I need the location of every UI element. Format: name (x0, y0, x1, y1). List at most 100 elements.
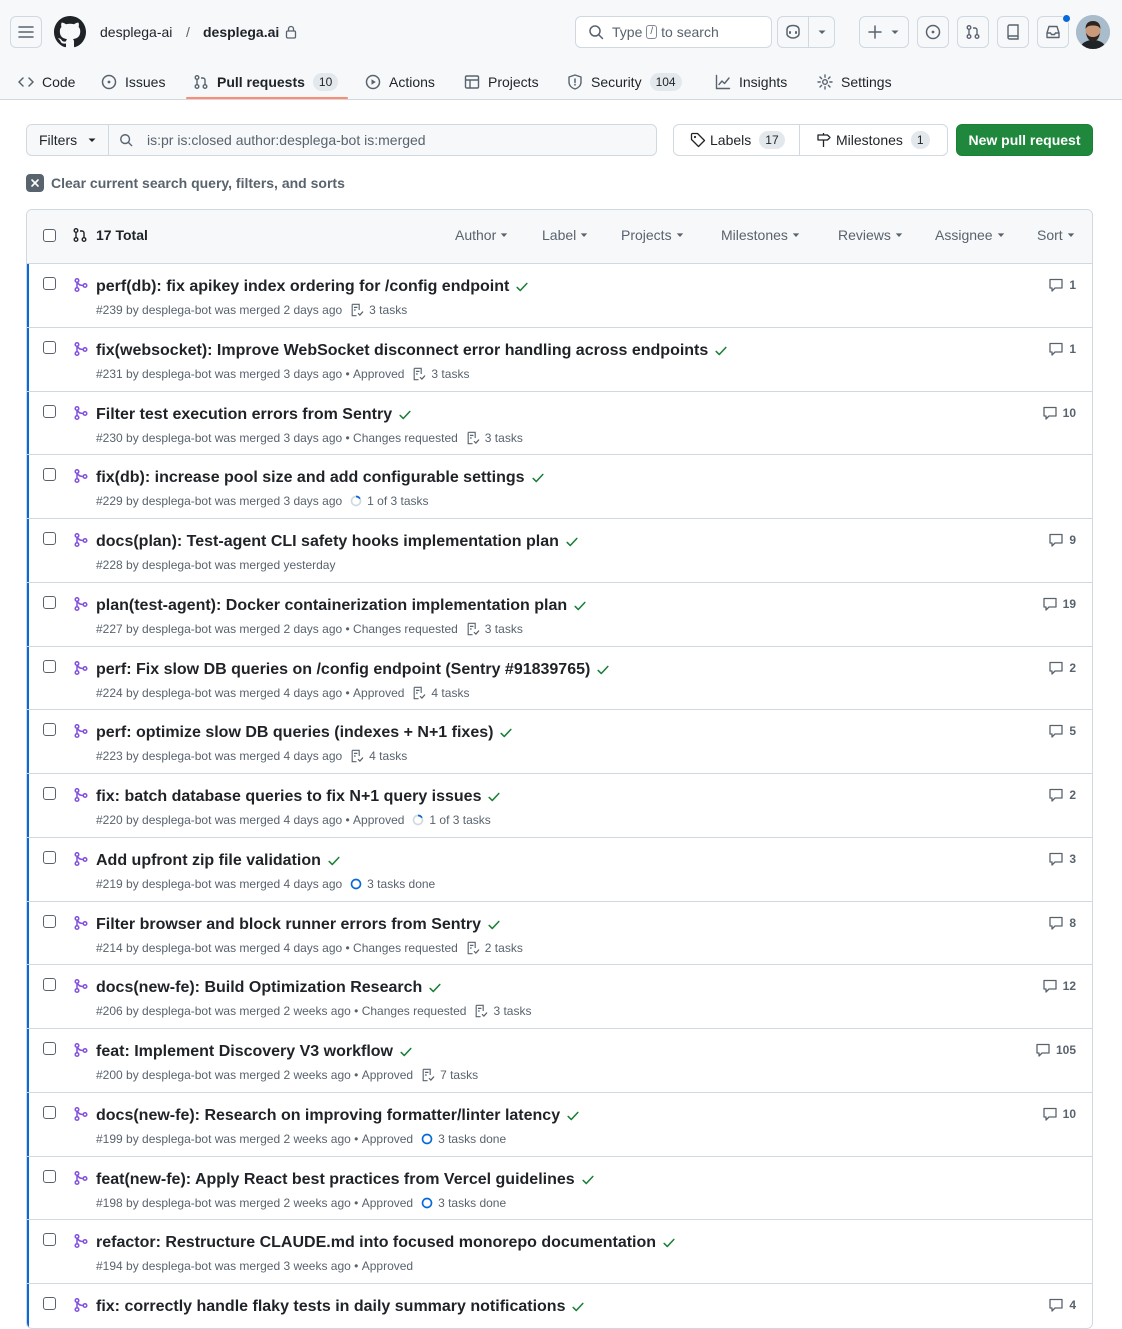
row-checkbox[interactable] (43, 659, 56, 673)
issues-shortcut-button[interactable] (917, 16, 949, 48)
tab-projects[interactable]: Projects (464, 64, 539, 100)
check-icon[interactable] (566, 1109, 580, 1123)
review-status[interactable]: Changes requested (353, 620, 458, 638)
check-icon[interactable] (327, 854, 341, 868)
check-icon[interactable] (596, 663, 610, 677)
check-icon[interactable] (531, 471, 545, 485)
comment-count-link[interactable]: 4 (1048, 1297, 1076, 1313)
author-filter[interactable]: Author (455, 227, 508, 243)
check-icon[interactable] (487, 790, 501, 804)
table-row[interactable]: fix(db): increase pool size and add conf… (27, 455, 1092, 519)
comment-count-link[interactable]: 5 (1048, 723, 1076, 739)
pr-title-link[interactable]: feat(new-fe): Apply React best practices… (96, 1169, 595, 1191)
review-status[interactable]: Approved (353, 365, 404, 383)
task-count[interactable]: 7 tasks (440, 1066, 478, 1084)
table-row[interactable]: perf: optimize slow DB queries (indexes … (27, 710, 1092, 774)
comment-count-link[interactable]: 9 (1048, 532, 1076, 548)
pr-title-link[interactable]: fix(db): increase pool size and add conf… (96, 467, 545, 489)
pr-search-input[interactable]: is:pr is:closed author:desplega-bot is:m… (108, 124, 657, 156)
tab-code[interactable]: Code (18, 64, 75, 100)
breadcrumb-owner[interactable]: desplega-ai (100, 22, 172, 42)
milestones-filter[interactable]: Milestones (721, 227, 800, 243)
check-icon[interactable] (571, 1300, 585, 1314)
row-checkbox[interactable] (43, 978, 56, 992)
task-count[interactable]: 3 tasks done (438, 1130, 506, 1148)
review-status[interactable]: Approved (362, 1257, 413, 1275)
task-count[interactable]: 3 tasks done (367, 875, 435, 893)
row-checkbox[interactable] (43, 1105, 56, 1119)
review-status[interactable]: Changes requested (353, 429, 458, 447)
check-icon[interactable] (581, 1173, 595, 1187)
row-checkbox[interactable] (43, 532, 56, 545)
check-icon[interactable] (399, 1045, 413, 1059)
row-checkbox[interactable] (43, 595, 56, 609)
pr-title-link[interactable]: perf(db): fix apikey index ordering for … (96, 276, 529, 298)
row-checkbox[interactable] (43, 277, 56, 290)
pr-title-link[interactable]: docs(new-fe): Build Optimization Researc… (96, 977, 442, 999)
pr-title-link[interactable]: fix(websocket): Improve WebSocket discon… (96, 340, 728, 362)
row-checkbox[interactable] (43, 723, 56, 737)
table-row[interactable]: feat: Implement Discovery V3 workflow #20… (27, 1029, 1092, 1093)
row-checkbox[interactable] (43, 340, 56, 354)
tab-settings[interactable]: Settings (817, 64, 892, 100)
task-count[interactable]: 2 tasks (485, 939, 523, 957)
table-row[interactable]: docs(new-fe): Build Optimization Researc… (27, 965, 1092, 1029)
comment-count-link[interactable]: 105 (1035, 1042, 1076, 1058)
table-row[interactable]: Filter test execution errors from Sentry… (27, 391, 1092, 456)
pr-title-link[interactable]: feat: Implement Discovery V3 workflow (96, 1041, 413, 1063)
clear-search-link[interactable]: Clear current search query, filters, and… (26, 173, 345, 193)
select-all-checkbox[interactable] (43, 229, 56, 242)
pull-requests-shortcut-button[interactable] (957, 16, 989, 48)
milestones-button[interactable]: Milestones 1 (799, 124, 948, 156)
labels-button[interactable]: Labels 17 (673, 124, 800, 156)
copilot-button[interactable] (777, 16, 809, 48)
review-status[interactable]: Changes requested (353, 939, 458, 957)
table-row[interactable]: fix: batch database queries to fix N+1 q… (27, 774, 1092, 838)
tab-security[interactable]: Security 104 (567, 64, 682, 100)
comment-count-link[interactable]: 10 (1042, 1106, 1076, 1122)
row-checkbox[interactable] (43, 1297, 56, 1310)
check-icon[interactable] (515, 280, 529, 294)
copilot-menu-button[interactable] (809, 16, 835, 48)
review-status[interactable]: Approved (362, 1194, 413, 1212)
pr-title-link[interactable]: Filter browser and block runner errors f… (96, 914, 501, 936)
task-count[interactable]: 3 tasks (431, 365, 469, 383)
check-icon[interactable] (714, 344, 728, 358)
comment-count-link[interactable]: 19 (1042, 596, 1076, 612)
pr-title-link[interactable]: docs(plan): Test-agent CLI safety hooks … (96, 531, 579, 553)
table-row[interactable]: docs(new-fe): Research on improving form… (27, 1092, 1092, 1157)
row-checkbox[interactable] (43, 1042, 56, 1055)
avatar[interactable] (1076, 15, 1110, 49)
table-row[interactable]: fix: correctly handle flaky tests in dai… (27, 1284, 1092, 1328)
check-icon[interactable] (428, 981, 442, 995)
github-logo-icon[interactable] (54, 16, 86, 48)
comment-count-link[interactable]: 3 (1048, 851, 1076, 867)
tab-pull-requests[interactable]: Pull requests 10 (193, 64, 339, 100)
comment-count-link[interactable]: 1 (1048, 341, 1076, 357)
tab-issues[interactable]: Issues (101, 64, 165, 100)
pr-title-link[interactable]: perf: optimize slow DB queries (indexes … (96, 722, 513, 744)
global-search-input[interactable]: Type / to search (575, 16, 772, 48)
pr-title-link[interactable]: docs(new-fe): Research on improving form… (96, 1105, 580, 1127)
task-count[interactable]: 3 tasks (369, 301, 407, 319)
check-icon[interactable] (573, 599, 587, 613)
tab-insights[interactable]: Insights (715, 64, 787, 100)
comment-count-link[interactable]: 1 (1048, 277, 1076, 293)
row-checkbox[interactable] (43, 1233, 56, 1247)
table-row[interactable]: Filter browser and block runner errors f… (27, 901, 1092, 966)
sort-filter[interactable]: Sort (1037, 227, 1075, 243)
tab-actions[interactable]: Actions (365, 64, 435, 100)
filters-dropdown[interactable]: Filters (26, 124, 109, 156)
task-count[interactable]: 4 tasks (431, 684, 469, 702)
table-row[interactable]: Add upfront zip file validation #219 by d… (27, 837, 1092, 902)
task-count[interactable]: 3 tasks (485, 429, 523, 447)
task-count[interactable]: 3 tasks done (438, 1194, 506, 1212)
table-row[interactable]: fix(websocket): Improve WebSocket discon… (27, 327, 1092, 392)
task-count[interactable]: 1 of 3 tasks (429, 811, 490, 829)
pr-title-link[interactable]: perf: Fix slow DB queries on /config end… (96, 659, 610, 681)
check-icon[interactable] (565, 535, 579, 549)
check-icon[interactable] (662, 1236, 676, 1250)
pr-title-link[interactable]: fix: batch database queries to fix N+1 q… (96, 786, 501, 808)
pr-title-link[interactable]: fix: correctly handle flaky tests in dai… (96, 1296, 585, 1318)
row-checkbox[interactable] (43, 468, 56, 482)
